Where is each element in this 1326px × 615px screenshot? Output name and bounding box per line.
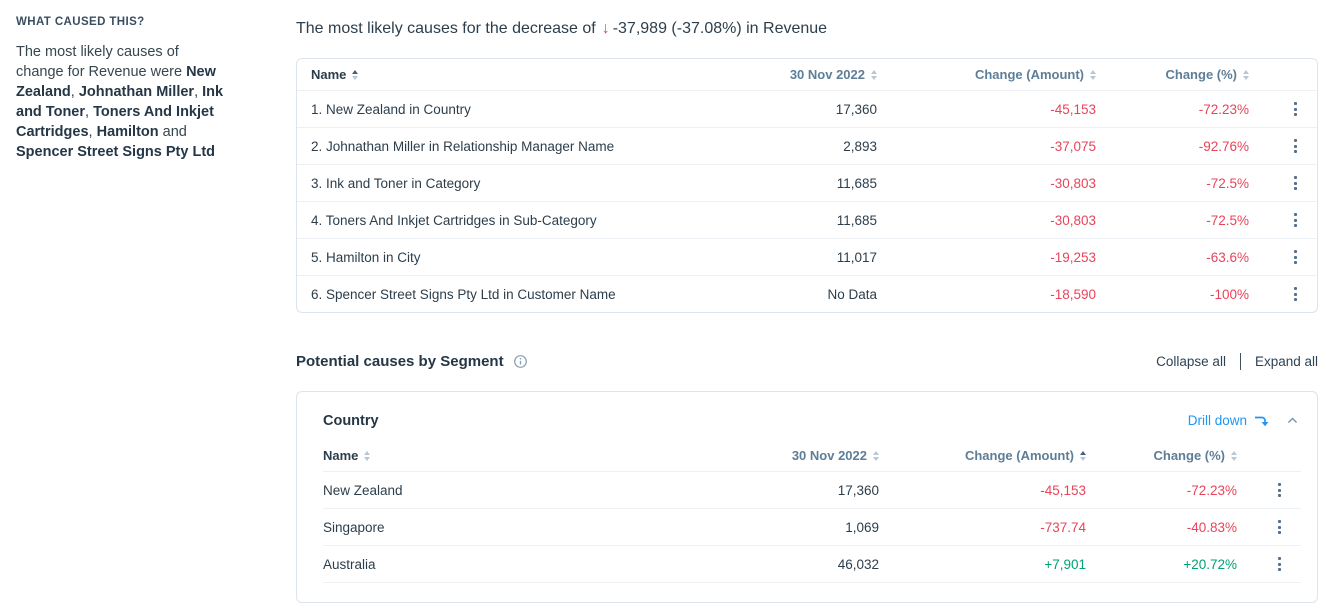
row-value: 46,032 [657, 557, 887, 572]
kebab-menu-icon[interactable] [1287, 134, 1304, 158]
sort-icon [1090, 70, 1096, 80]
column-header-date[interactable]: 30 Nov 2022 [657, 448, 887, 463]
sort-icon [873, 451, 879, 461]
sort-asc-icon [1080, 451, 1086, 461]
collapse-all-button[interactable]: Collapse all [1156, 354, 1226, 369]
cause-name: Hamilton [97, 124, 159, 140]
country-table: Name 30 Nov 2022 Change (Amount) Change … [323, 440, 1301, 583]
row-change-pct: -63.6% [1113, 250, 1273, 265]
row-value: 2,893 [673, 139, 903, 154]
row-change-pct: -100% [1113, 287, 1273, 302]
row-change-amount: +7,901 [887, 557, 1097, 572]
country-segment-panel: Country Drill down N [296, 391, 1318, 603]
row-name: 4. Toners And Inkjet Cartridges in Sub-C… [297, 213, 673, 228]
row-change-pct: -72.23% [1113, 102, 1273, 117]
row-change-amount: -30,803 [903, 176, 1113, 191]
drill-down-link[interactable]: Drill down [1188, 413, 1269, 429]
kebab-menu-icon[interactable] [1287, 245, 1304, 269]
row-name: 5. Hamilton in City [297, 250, 673, 265]
expand-all-button[interactable]: Expand all [1255, 354, 1318, 369]
decrease-arrow-icon: ↓ [602, 20, 610, 37]
row-change-pct: -72.5% [1113, 176, 1273, 191]
row-value: 11,685 [673, 213, 903, 228]
row-name: 2. Johnathan Miller in Relationship Mana… [297, 139, 673, 154]
cause-name: Johnathan Miller [79, 84, 194, 100]
column-header-name[interactable]: Name [323, 448, 657, 463]
row-value: 11,017 [673, 250, 903, 265]
row-value: No Data [673, 287, 903, 302]
table-row: 4. Toners And Inkjet Cartridges in Sub-C… [297, 201, 1317, 238]
column-header-change-pct[interactable]: Change (%) [1097, 448, 1257, 463]
row-change-amount: -37,075 [903, 139, 1113, 154]
sort-icon [364, 451, 370, 461]
drill-down-icon [1253, 413, 1269, 429]
column-header-name[interactable]: Name [297, 67, 673, 82]
country-panel-title: Country [323, 413, 379, 429]
column-header-date[interactable]: 30 Nov 2022 [673, 67, 903, 82]
table-row: Singapore 1,069 -737.74 -40.83% [323, 509, 1301, 546]
page-title: The most likely causes for the decrease … [296, 18, 1318, 40]
info-icon[interactable] [511, 352, 530, 371]
causes-table-header: Name 30 Nov 2022 Change (Amount) Change … [297, 59, 1317, 90]
table-row: 5. Hamilton in City 11,017 -19,253 -63.6… [297, 238, 1317, 275]
segment-section-header: Potential causes by Segment Collapse all… [296, 350, 1318, 372]
row-change-amount: -45,153 [903, 102, 1113, 117]
sort-asc-icon [352, 70, 358, 80]
segment-section-actions: Collapse all Expand all [1156, 353, 1318, 370]
row-value: 17,360 [673, 102, 903, 117]
country-table-header: Name 30 Nov 2022 Change (Amount) Change … [323, 440, 1301, 472]
table-row: 1. New Zealand in Country 17,360 -45,153… [297, 90, 1317, 127]
table-row: 6. Spencer Street Signs Pty Ltd in Custo… [297, 275, 1317, 312]
divider [1240, 353, 1241, 370]
kebab-menu-icon[interactable] [1287, 97, 1304, 121]
row-change-pct: -72.23% [1097, 483, 1257, 498]
sort-icon [1231, 451, 1237, 461]
kebab-menu-icon[interactable] [1271, 552, 1288, 576]
kebab-menu-icon[interactable] [1287, 208, 1304, 232]
table-row: New Zealand 17,360 -45,153 -72.23% [323, 472, 1301, 509]
row-name: New Zealand [323, 483, 657, 498]
chevron-up-icon [1286, 414, 1299, 427]
row-value: 1,069 [657, 520, 887, 535]
row-change-pct: +20.72% [1097, 557, 1257, 572]
table-row: Australia 46,032 +7,901 +20.72% [323, 546, 1301, 583]
row-change-amount: -45,153 [887, 483, 1097, 498]
causes-table: Name 30 Nov 2022 Change (Amount) Change … [296, 58, 1318, 313]
row-change-pct: -72.5% [1113, 213, 1273, 228]
row-value: 17,360 [657, 483, 887, 498]
table-row: 3. Ink and Toner in Category 11,685 -30,… [297, 164, 1317, 201]
row-change-amount: -737.74 [887, 520, 1097, 535]
kebab-menu-icon[interactable] [1287, 171, 1304, 195]
table-row: 2. Johnathan Miller in Relationship Mana… [297, 127, 1317, 164]
sidebar-summary: The most likely causes of change for Rev… [16, 42, 224, 162]
kebab-menu-icon[interactable] [1271, 515, 1288, 539]
column-header-change-amount[interactable]: Change (Amount) [903, 67, 1113, 82]
row-name: 6. Spencer Street Signs Pty Ltd in Custo… [297, 287, 673, 302]
main-content: The most likely causes for the decrease … [296, 18, 1318, 603]
what-caused-this-sidebar: WHAT CAUSED THIS? The most likely causes… [16, 16, 224, 162]
row-change-pct: -40.83% [1097, 520, 1257, 535]
row-name: 3. Ink and Toner in Category [297, 176, 673, 191]
country-panel-header: Country Drill down [297, 392, 1317, 429]
sort-icon [1243, 70, 1249, 80]
row-name: 1. New Zealand in Country [297, 102, 673, 117]
cause-name: Spencer Street Signs Pty Ltd [16, 144, 215, 160]
country-panel-actions: Drill down [1188, 412, 1301, 429]
row-value: 11,685 [673, 176, 903, 191]
row-change-amount: -18,590 [903, 287, 1113, 302]
segment-section-title: Potential causes by Segment [296, 352, 530, 371]
sidebar-heading: WHAT CAUSED THIS? [16, 16, 224, 28]
summary-intro: The most likely causes of change for Rev… [16, 44, 186, 80]
row-name: Singapore [323, 520, 657, 535]
row-name: Australia [323, 557, 657, 572]
column-header-change-amount[interactable]: Change (Amount) [887, 448, 1097, 463]
collapse-panel-button[interactable] [1284, 412, 1301, 429]
kebab-menu-icon[interactable] [1271, 478, 1288, 502]
column-header-change-pct[interactable]: Change (%) [1113, 67, 1273, 82]
row-change-pct: -92.76% [1113, 139, 1273, 154]
row-change-amount: -19,253 [903, 250, 1113, 265]
row-change-amount: -30,803 [903, 213, 1113, 228]
kebab-menu-icon[interactable] [1287, 282, 1304, 306]
sort-icon [871, 70, 877, 80]
